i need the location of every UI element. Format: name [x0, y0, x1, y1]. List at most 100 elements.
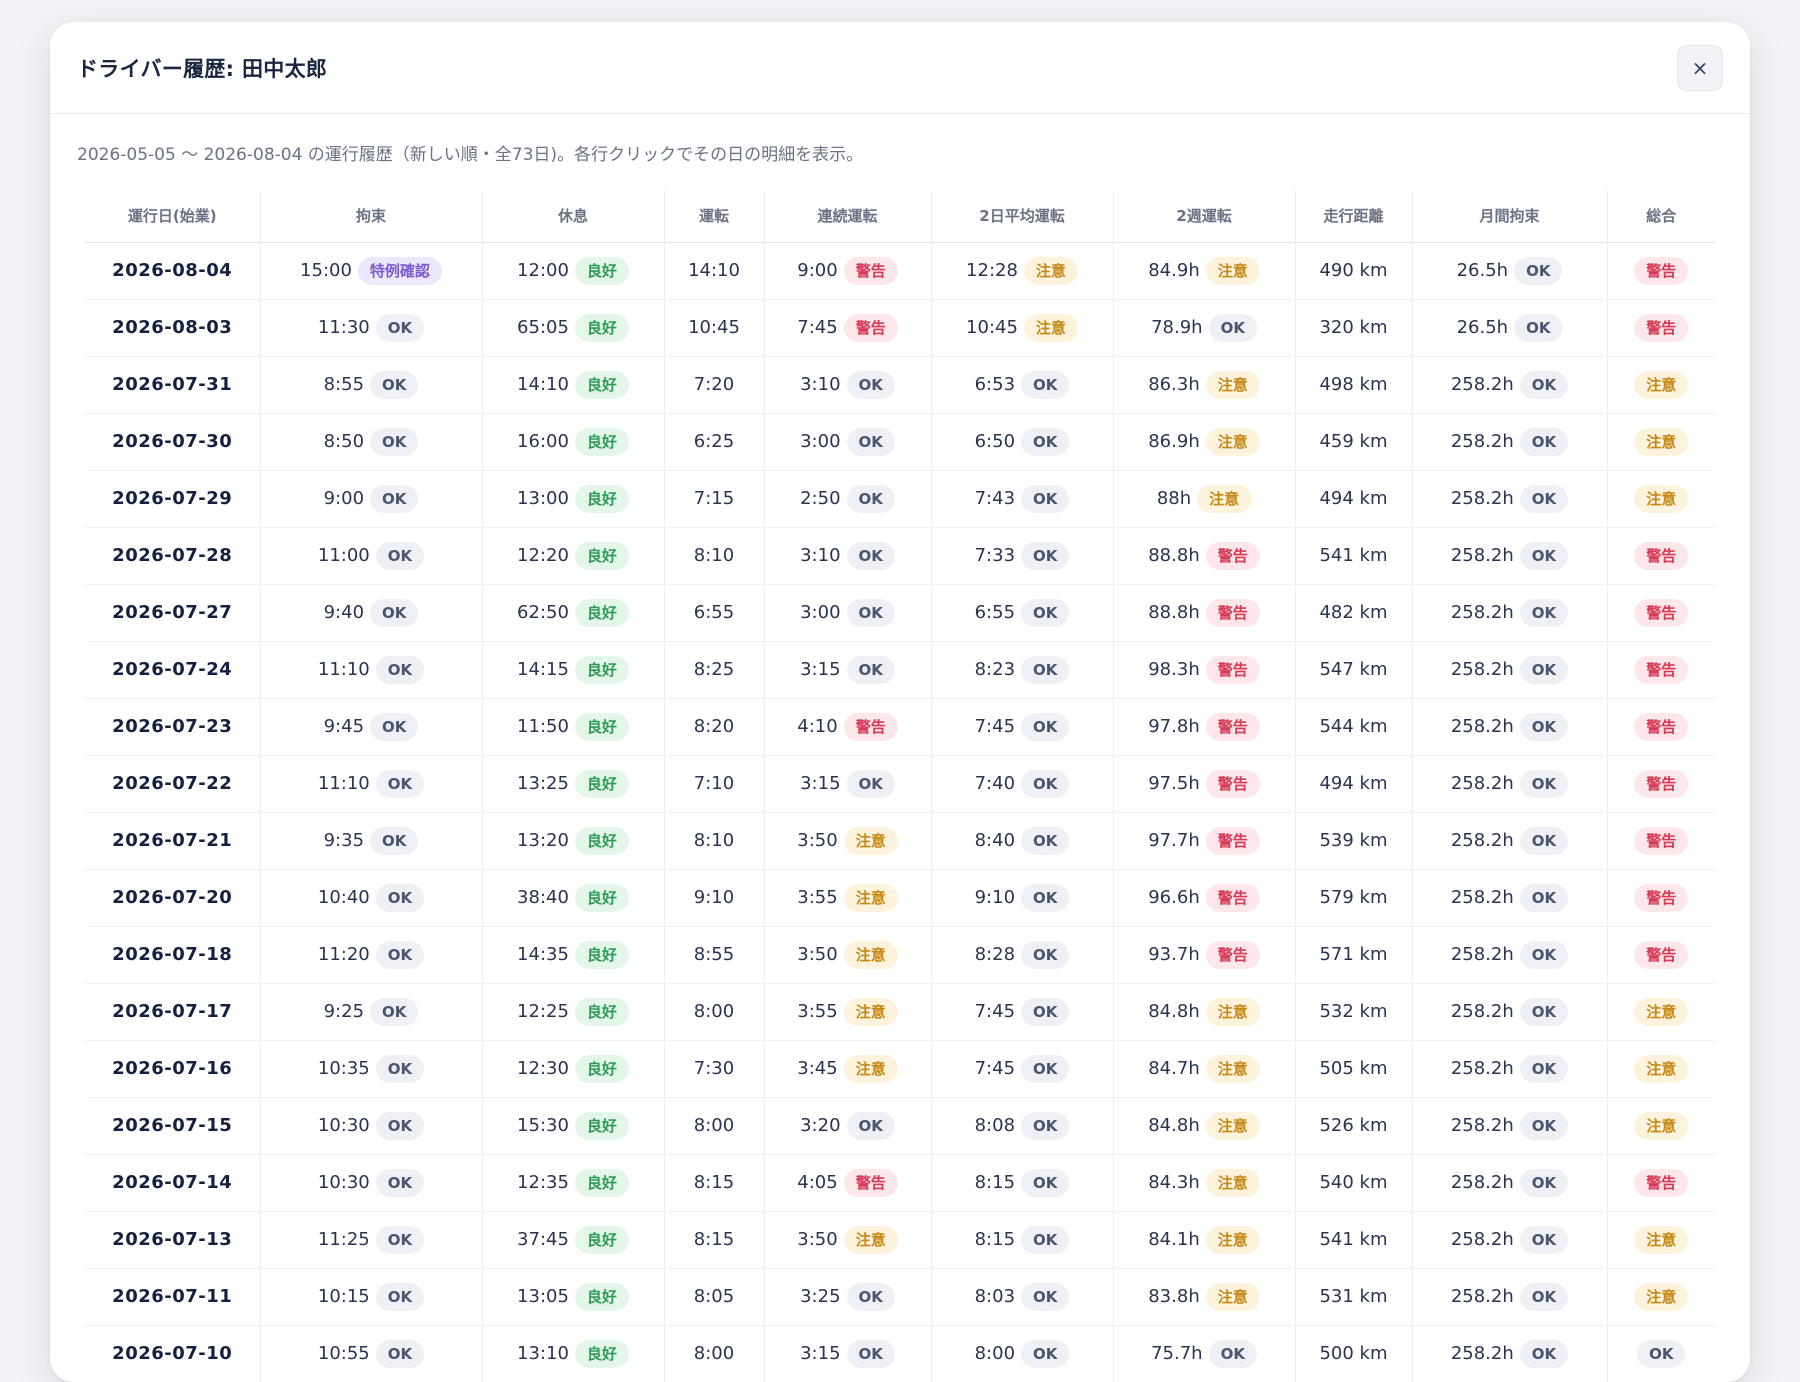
restraint-status-badge: OK: [370, 826, 419, 855]
distance-value: 482 km: [1319, 602, 1388, 624]
cell-monthly-restraint: 26.5h OK: [1412, 242, 1608, 300]
table-row[interactable]: 2026-07-10 10:55 OK 13:10 良好 8:00 3:15 OK 8:00 OK…: [85, 1325, 1715, 1382]
cell-drive: 8:25: [664, 641, 765, 699]
cell-continuous-drive: 3:20 OK: [764, 1097, 932, 1155]
2week-drive-value: 88.8h: [1148, 545, 1200, 566]
monthly-restraint-status-badge: OK: [1519, 769, 1569, 798]
col-header-monthly-restraint[interactable]: 月間拘束: [1412, 190, 1608, 243]
rest-status-badge: 良好: [574, 541, 629, 570]
2week-drive-status-badge: 注意: [1205, 256, 1260, 285]
cell-2day-avg-drive: 6:50 OK: [931, 413, 1114, 471]
col-header-2week-drive[interactable]: 2週運転: [1113, 190, 1296, 243]
table-row[interactable]: 2026-07-17 9:25 OK 12:25 良好 8:00 3:55 注意 7:45 OK 8…: [85, 983, 1715, 1041]
table-row[interactable]: 2026-07-20 10:40 OK 38:40 良好 9:10 3:55 注意 9:10 OK…: [85, 869, 1715, 927]
continuous-drive-status-badge: OK: [846, 1111, 895, 1140]
continuous-drive-value: 4:10: [797, 716, 838, 737]
cell-continuous-drive: 3:50 注意: [764, 926, 932, 984]
cell-drive: 8:00: [664, 983, 765, 1041]
cell-distance: 541 km: [1295, 1211, 1413, 1269]
2week-drive-status-badge: 注意: [1205, 1168, 1260, 1197]
table-row[interactable]: 2026-08-04 15:00 特例確認 12:00 良好 14:10 9:00 警告 12:…: [85, 242, 1715, 300]
continuous-drive-status-badge: 警告: [843, 313, 898, 342]
col-header-drive[interactable]: 運転: [664, 190, 765, 243]
restraint-status-badge: OK: [375, 940, 425, 969]
table-row[interactable]: 2026-07-28 11:00 OK 12:20 良好 8:10 3:10 OK 7:33 OK…: [85, 527, 1715, 585]
cell-date: 2026-08-04: [85, 242, 261, 300]
restraint-status-badge: OK: [375, 1339, 425, 1368]
overall-status-badge: 警告: [1634, 256, 1689, 285]
cell-date: 2026-07-21: [85, 812, 261, 870]
distance-value: 490 km: [1319, 260, 1388, 282]
cell-overall: 警告: [1607, 242, 1715, 300]
2day-avg-status-badge: OK: [1021, 1225, 1070, 1254]
cell-rest: 13:10 良好: [482, 1325, 665, 1382]
date-value: 2026-07-13: [112, 1229, 233, 1251]
overall-status-badge: 警告: [1634, 541, 1689, 570]
cell-2day-avg-drive: 8:15 OK: [931, 1154, 1114, 1212]
table-row[interactable]: 2026-07-18 11:20 OK 14:35 良好 8:55 3:50 注意 8:28 OK…: [85, 926, 1715, 984]
cell-continuous-drive: 3:25 OK: [764, 1268, 932, 1326]
table-row[interactable]: 2026-07-29 9:00 OK 13:00 良好 7:15 2:50 OK 7:43 OK 8…: [85, 470, 1715, 528]
distance-value: 541 km: [1319, 1229, 1388, 1251]
col-header-distance[interactable]: 走行距離: [1295, 190, 1413, 243]
table-row[interactable]: 2026-07-14 10:30 OK 12:35 良好 8:15 4:05 警告 8:15 OK…: [85, 1154, 1715, 1212]
cell-rest: 11:50 良好: [482, 698, 665, 756]
table-row[interactable]: 2026-07-21 9:35 OK 13:20 良好 8:10 3:50 注意 8:40 OK 9…: [85, 812, 1715, 870]
table-row[interactable]: 2026-07-30 8:50 OK 16:00 良好 6:25 3:00 OK 6:50 OK 8…: [85, 413, 1715, 471]
close-button[interactable]: ×: [1677, 44, 1723, 91]
2day-avg-drive-value: 9:10: [974, 887, 1016, 908]
cell-2day-avg-drive: 6:53 OK: [931, 356, 1114, 414]
table-row[interactable]: 2026-07-24 11:10 OK 14:15 良好 8:25 3:15 OK 8:23 OK…: [85, 641, 1715, 699]
distance-value: 494 km: [1319, 488, 1388, 510]
cell-monthly-restraint: 258.2h OK: [1412, 1211, 1608, 1269]
table-row[interactable]: 2026-07-15 10:30 OK 15:30 良好 8:00 3:20 OK 8:08 OK…: [85, 1097, 1715, 1155]
continuous-drive-value: 9:00: [797, 260, 838, 281]
cell-2week-drive: 96.6h 警告: [1113, 869, 1296, 927]
table-row[interactable]: 2026-08-03 11:30 OK 65:05 良好 10:45 7:45 警告 10:45…: [85, 299, 1715, 357]
col-header-overall[interactable]: 総合: [1607, 190, 1715, 243]
2day-avg-status-badge: 注意: [1023, 313, 1078, 342]
cell-restraint: 10:30 OK: [260, 1097, 483, 1155]
table-row[interactable]: 2026-07-22 11:10 OK 13:25 良好 7:10 3:15 OK 7:40 OK…: [85, 755, 1715, 813]
table-row[interactable]: 2026-07-13 11:25 OK 37:45 良好 8:15 3:50 注意 8:15 OK…: [85, 1211, 1715, 1269]
cell-drive: 10:45: [664, 299, 765, 357]
cell-distance: 459 km: [1295, 413, 1413, 471]
2week-drive-value: 84.8h: [1148, 1115, 1200, 1136]
2day-avg-status-badge: OK: [1021, 655, 1070, 684]
table-row[interactable]: 2026-07-31 8:55 OK 14:10 良好 7:20 3:10 OK 6:53 OK 8…: [85, 356, 1715, 414]
table-row[interactable]: 2026-07-11 10:15 OK 13:05 良好 8:05 3:25 OK 8:03 OK…: [85, 1268, 1715, 1326]
col-header-rest[interactable]: 休息: [482, 190, 665, 243]
continuous-drive-status-badge: 注意: [843, 883, 898, 912]
col-header-date[interactable]: 運行日(始業): [85, 190, 261, 243]
table-row[interactable]: 2026-07-27 9:40 OK 62:50 良好 6:55 3:00 OK 6:55 OK 8…: [85, 584, 1715, 642]
cell-rest: 13:05 良好: [482, 1268, 665, 1326]
cell-overall: 注意: [1607, 413, 1715, 471]
cell-distance: 532 km: [1295, 983, 1413, 1041]
rest-status-badge: 良好: [574, 598, 629, 627]
cell-continuous-drive: 4:10 警告: [764, 698, 932, 756]
col-header-2day-avg-drive[interactable]: 2日平均運転: [931, 190, 1114, 243]
cell-rest: 14:10 良好: [482, 356, 665, 414]
monthly-restraint-status-badge: OK: [1519, 1111, 1569, 1140]
distance-value: 544 km: [1319, 716, 1388, 738]
cell-drive: 9:10: [664, 869, 765, 927]
table-row[interactable]: 2026-07-16 10:35 OK 12:30 良好 7:30 3:45 注意 7:45 OK…: [85, 1040, 1715, 1098]
monthly-restraint-value: 258.2h: [1450, 944, 1514, 965]
cell-monthly-restraint: 258.2h OK: [1412, 1325, 1608, 1382]
cell-restraint: 10:40 OK: [260, 869, 483, 927]
continuous-drive-value: 3:15: [800, 773, 841, 794]
col-header-continuous-drive[interactable]: 連続運転: [764, 190, 932, 243]
2week-drive-value: 84.1h: [1148, 1229, 1200, 1250]
monthly-restraint-value: 258.2h: [1450, 830, 1514, 851]
cell-distance: 482 km: [1295, 584, 1413, 642]
overall-status-badge: 警告: [1634, 1168, 1689, 1197]
cell-overall: 注意: [1607, 983, 1715, 1041]
drive-value: 14:10: [688, 260, 740, 282]
col-header-restraint[interactable]: 拘束: [260, 190, 483, 243]
distance-value: 500 km: [1319, 1343, 1388, 1365]
cell-date: 2026-07-27: [85, 584, 261, 642]
2day-avg-status-badge: OK: [1021, 370, 1070, 399]
2day-avg-drive-value: 12:28: [966, 260, 1018, 281]
table-row[interactable]: 2026-07-23 9:45 OK 11:50 良好 8:20 4:10 警告 7:45 OK 9…: [85, 698, 1715, 756]
cell-date: 2026-07-22: [85, 755, 261, 813]
